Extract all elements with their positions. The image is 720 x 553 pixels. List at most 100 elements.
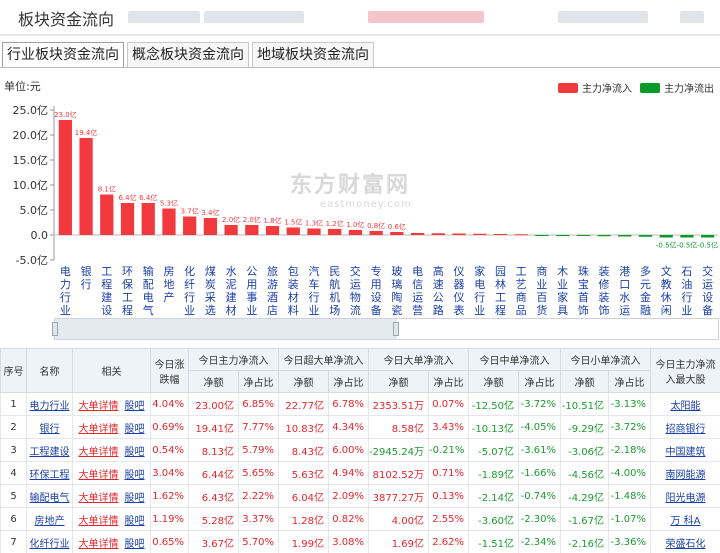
th-big-amount[interactable]: 净额 xyxy=(368,370,429,393)
top-stock-link[interactable]: 阳光电源 xyxy=(666,493,706,504)
x-tick-label-25[interactable]: 珠宝首饰 xyxy=(578,264,589,317)
data-label-29: -0.5亿 xyxy=(656,241,677,250)
forum-link[interactable]: 股吧 xyxy=(125,447,145,458)
th-related: 相关 xyxy=(72,348,151,393)
cell-small-amt: -9.29亿 xyxy=(560,415,609,439)
forum-link[interactable]: 股吧 xyxy=(125,493,145,504)
detail-link[interactable]: 大单详情 xyxy=(79,401,119,412)
th-big-ratio[interactable]: 净占比 xyxy=(428,370,469,393)
x-tick-label-2[interactable]: 工程建设 xyxy=(101,265,112,317)
cell-small-ratio: -3.36% xyxy=(608,530,651,553)
forum-link[interactable]: 股吧 xyxy=(125,424,145,435)
sector-name-link[interactable]: 电力行业 xyxy=(30,401,70,412)
slider-window[interactable] xyxy=(55,319,397,339)
x-tick-label-30[interactable]: 石油行业 xyxy=(681,265,692,317)
x-tick-label-20[interactable]: 家电行业 xyxy=(474,264,485,317)
cell-big-amt: 4.00亿 xyxy=(368,507,429,531)
sector-name-link[interactable]: 化纤行业 xyxy=(30,539,70,550)
x-tick-label-7[interactable]: 煤炭采选 xyxy=(205,265,216,317)
x-tick-label-6[interactable]: 化纤行业 xyxy=(184,264,195,317)
sector-name-link[interactable]: 输配电气 xyxy=(30,493,70,504)
page-title: 板块资金流向 xyxy=(18,10,115,29)
th-small-amount[interactable]: 净额 xyxy=(560,370,609,393)
top-stock-link[interactable]: 太阳能 xyxy=(671,401,701,412)
x-tick-label-11[interactable]: 包装材料 xyxy=(288,265,299,317)
th-small-ratio[interactable]: 净占比 xyxy=(608,370,651,393)
top-stock-link[interactable]: 南网能源 xyxy=(666,470,706,481)
top-stock-link[interactable]: 招商银行 xyxy=(666,424,706,435)
th-main-ratio[interactable]: 净占比 xyxy=(238,370,279,393)
sector-name-link[interactable]: 环保工程 xyxy=(30,470,70,481)
cell-main-ratio: 2.22% xyxy=(238,484,279,508)
x-tick-label-16[interactable]: 玻璃陶瓷 xyxy=(391,265,402,317)
top-stock-link[interactable]: 万 科A xyxy=(670,516,700,527)
sector-name-link[interactable]: 房地产 xyxy=(35,516,65,527)
x-tick-label-14[interactable]: 交运物流 xyxy=(350,264,361,317)
x-tick-label-27[interactable]: 港口水运 xyxy=(619,265,630,317)
x-tick-label-8[interactable]: 水泥建材 xyxy=(226,265,237,317)
data-label-31: -0.5亿 xyxy=(697,241,718,250)
forum-link[interactable]: 股吧 xyxy=(125,470,145,481)
th-mid-ratio[interactable]: 净占比 xyxy=(518,370,561,393)
cell-main-ratio: 3.37% xyxy=(238,507,279,531)
x-tick-label-31[interactable]: 交运设备 xyxy=(702,264,713,317)
data-label-30: -0.5亿 xyxy=(677,241,698,250)
tab-2[interactable]: 地域板块资金流向 xyxy=(252,42,374,68)
cell-mid-ratio: -0.74% xyxy=(518,484,561,508)
forum-link[interactable]: 股吧 xyxy=(125,516,145,527)
x-tick-label-22[interactable]: 工艺商品 xyxy=(516,265,527,317)
x-tick-label-18[interactable]: 高速公路 xyxy=(433,264,444,317)
sector-name-link[interactable]: 工程建设 xyxy=(30,447,70,458)
x-tick-label-15[interactable]: 专用设备 xyxy=(371,264,382,317)
cell-mid-ratio: -2.30% xyxy=(518,507,561,531)
cell-pct: 3.04% xyxy=(150,461,189,485)
detail-link[interactable]: 大单详情 xyxy=(79,470,119,481)
x-tick-label-29[interactable]: 文教休闲 xyxy=(661,264,672,317)
detail-link[interactable]: 大单详情 xyxy=(79,424,119,435)
x-tick-label-9[interactable]: 公用事业 xyxy=(246,265,257,317)
th-name[interactable]: 名称 xyxy=(26,348,73,393)
x-tick-label-19[interactable]: 仪器仪表 xyxy=(454,265,465,317)
x-tick-label-17[interactable]: 电信运营 xyxy=(412,265,423,317)
x-tick-label-3[interactable]: 环保工程 xyxy=(122,265,133,317)
detail-link[interactable]: 大单详情 xyxy=(79,493,119,504)
x-tick-label-26[interactable]: 装修装饰 xyxy=(599,265,610,317)
slider-left-handle[interactable] xyxy=(52,322,58,336)
x-tick-label-10[interactable]: 旅游酒店 xyxy=(267,264,278,317)
x-tick-label-5[interactable]: 房地产 xyxy=(163,265,174,304)
table-row: 4 环保工程 大单详情 股吧 3.04% 6.44亿 5.65% 5.63亿 4.94% 8102… xyxy=(0,461,720,485)
tab-0[interactable]: 行业板块资金流向 xyxy=(2,42,124,68)
x-tick-label-12[interactable]: 汽车行业 xyxy=(308,264,319,317)
x-tick-label-1[interactable]: 银行 xyxy=(81,264,92,291)
tab-1[interactable]: 概念板块资金流向 xyxy=(127,42,249,68)
x-tick-label-28[interactable]: 多元金融 xyxy=(640,264,651,317)
x-tick-label-0[interactable]: 电力行业 xyxy=(60,265,71,317)
sector-name-link[interactable]: 银行 xyxy=(40,424,60,435)
cell-small-amt: -2.16亿 xyxy=(560,530,609,553)
cell-top-stock: 招商银行 xyxy=(650,415,720,439)
th-pct[interactable]: 今日涨跌幅 xyxy=(150,348,189,393)
x-tick-label-13[interactable]: 民航机场 xyxy=(329,265,340,317)
chart-range-slider[interactable] xyxy=(52,318,719,340)
th-super-ratio[interactable]: 净占比 xyxy=(328,370,369,393)
cell-mid-amt: -5.07亿 xyxy=(468,438,519,462)
top-stock-link[interactable]: 荣盛石化 xyxy=(666,539,706,550)
bar-19 xyxy=(452,233,466,235)
x-tick-label-24[interactable]: 木业家具 xyxy=(557,265,568,317)
detail-link[interactable]: 大单详情 xyxy=(79,539,119,550)
detail-link[interactable]: 大单详情 xyxy=(79,447,119,458)
forum-link[interactable]: 股吧 xyxy=(125,539,145,550)
y-tick-label: 20.0亿 xyxy=(13,129,49,142)
x-tick-label-4[interactable]: 输配电气 xyxy=(143,264,154,317)
top-stock-link[interactable]: 中国建筑 xyxy=(666,447,706,458)
th-main-amount[interactable]: 净额 xyxy=(188,370,239,393)
th-super-amount[interactable]: 净额 xyxy=(278,370,329,393)
forum-link[interactable]: 股吧 xyxy=(125,401,145,412)
x-tick-label-23[interactable]: 商业百货 xyxy=(536,264,547,317)
cell-top-stock: 太阳能 xyxy=(650,392,720,416)
cell-related: 大单详情 股吧 xyxy=(72,438,151,462)
x-tick-label-21[interactable]: 园林工程 xyxy=(495,265,506,317)
th-mid-amount[interactable]: 净额 xyxy=(468,370,519,393)
slider-right-handle[interactable] xyxy=(393,322,399,336)
detail-link[interactable]: 大单详情 xyxy=(79,516,119,527)
